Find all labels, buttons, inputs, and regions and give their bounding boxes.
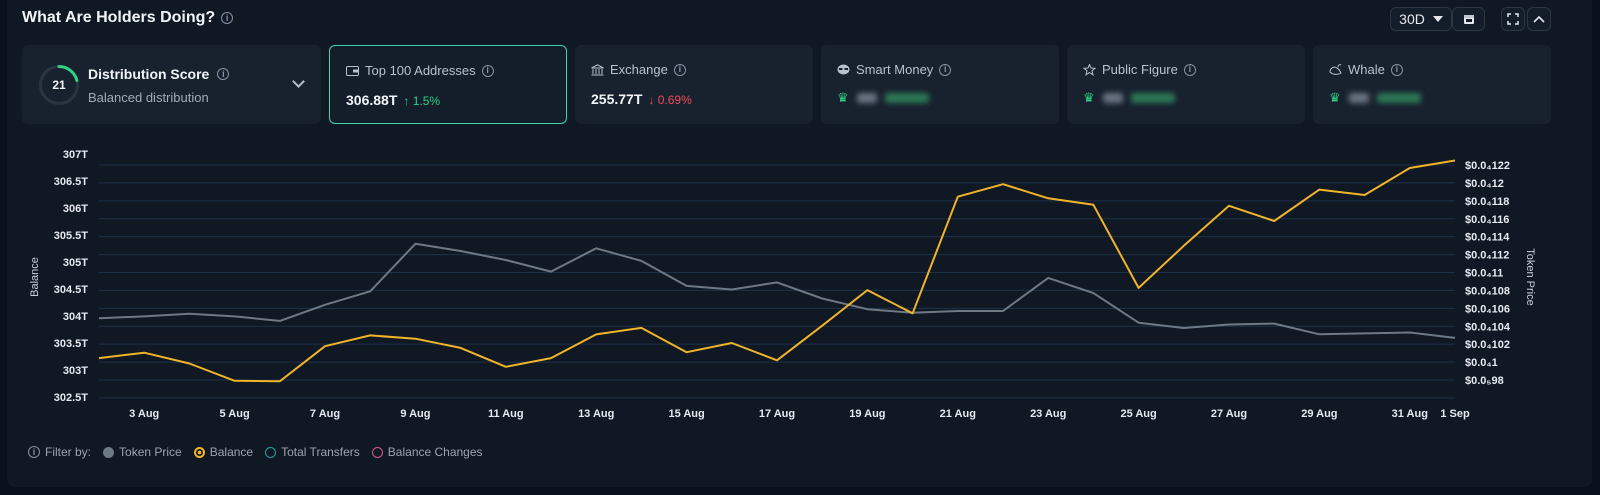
- y-axis-label: Balance: [29, 257, 41, 297]
- x-tick-label: 11 Aug: [488, 408, 524, 420]
- filled-dot-icon: [103, 446, 115, 458]
- x-tick-label: 1 Sep: [1440, 408, 1470, 420]
- outline-dot-icon: [371, 446, 383, 458]
- filter-label: i Filter by:: [28, 445, 91, 459]
- x-tick-label: 5 Aug: [220, 408, 250, 420]
- y2-tick-label: $0.0₄12: [1465, 178, 1504, 190]
- y-tick-label: 302.5T: [54, 392, 89, 404]
- filter-bar: i Filter by: Token Price Balance Total T…: [28, 445, 483, 459]
- filter-label-text: Filter by:: [45, 445, 92, 459]
- series-line-balance[interactable]: [98, 159, 1456, 383]
- y-tick-label: 305.5T: [54, 230, 89, 242]
- filter-token-price[interactable]: Token Price: [103, 445, 182, 459]
- y2-tick-label: $0.0₄106: [1465, 303, 1510, 315]
- x-tick-label: 25 Aug: [1120, 408, 1156, 420]
- selected-dot-icon: [193, 446, 205, 458]
- y2-tick-label: $0.0₄122: [1465, 160, 1510, 172]
- x-tick-label: 19 Aug: [849, 408, 885, 420]
- x-tick-label: 17 Aug: [759, 408, 795, 420]
- y2-tick-label: $0.0₄116: [1465, 214, 1509, 226]
- y2-tick-label: $0.0₄1: [1465, 357, 1498, 369]
- x-tick-label: 21 Aug: [940, 408, 976, 420]
- y-tick-label: 307T: [63, 149, 88, 161]
- y-tick-label: 306T: [63, 203, 88, 215]
- x-tick-label: 23 Aug: [1030, 408, 1066, 420]
- y2-tick-label: $0.0₄104: [1465, 321, 1511, 333]
- y2-tick-label: $0.0₅98: [1465, 375, 1504, 387]
- x-tick-label: 15 Aug: [668, 408, 704, 420]
- y2-axis-label: Token Price: [1524, 248, 1536, 305]
- filter-item-label: Balance: [209, 445, 254, 459]
- y2-tick-label: $0.0₄11: [1465, 268, 1503, 280]
- outline-dot-icon: [265, 446, 277, 458]
- filter-balance-changes[interactable]: Balance Changes: [371, 445, 483, 459]
- y-tick-label: 304.5T: [54, 284, 89, 296]
- y-tick-label: 305T: [63, 257, 88, 269]
- y2-tick-label: $0.0₄108: [1465, 285, 1510, 297]
- x-tick-label: 3 Aug: [129, 408, 159, 420]
- y2-tick-label: $0.0₄112: [1465, 250, 1509, 262]
- x-tick-label: 31 Aug: [1392, 408, 1428, 420]
- holders-chart: Balance Token Price 307T 306.5T 306T 305.5T…: [29, 149, 1536, 420]
- filter-balance[interactable]: Balance: [193, 445, 254, 459]
- y-tick-label: 304T: [63, 311, 88, 323]
- x-tick-label: 7 Aug: [310, 408, 340, 420]
- y-tick-label: 306.5T: [54, 176, 89, 188]
- info-icon[interactable]: i: [28, 446, 40, 458]
- filter-item-label: Total Transfers: [281, 445, 360, 459]
- x-tick-label: 27 Aug: [1211, 408, 1247, 420]
- y2-tick-label: $0.0₄102: [1465, 339, 1510, 351]
- x-tick-label: 29 Aug: [1301, 408, 1337, 420]
- y2-tick-label: $0.0₄114: [1465, 232, 1510, 244]
- filter-total-transfers[interactable]: Total Transfers: [265, 445, 360, 459]
- filter-item-label: Balance Changes: [387, 445, 483, 459]
- filter-item-label: Token Price: [119, 445, 182, 459]
- y2-tick-label: $0.0₄118: [1465, 196, 1509, 208]
- x-tick-label: 13 Aug: [578, 408, 614, 420]
- y-tick-label: 303.5T: [54, 338, 89, 350]
- x-tick-label: 9 Aug: [400, 408, 430, 420]
- y-tick-label: 303T: [63, 365, 88, 377]
